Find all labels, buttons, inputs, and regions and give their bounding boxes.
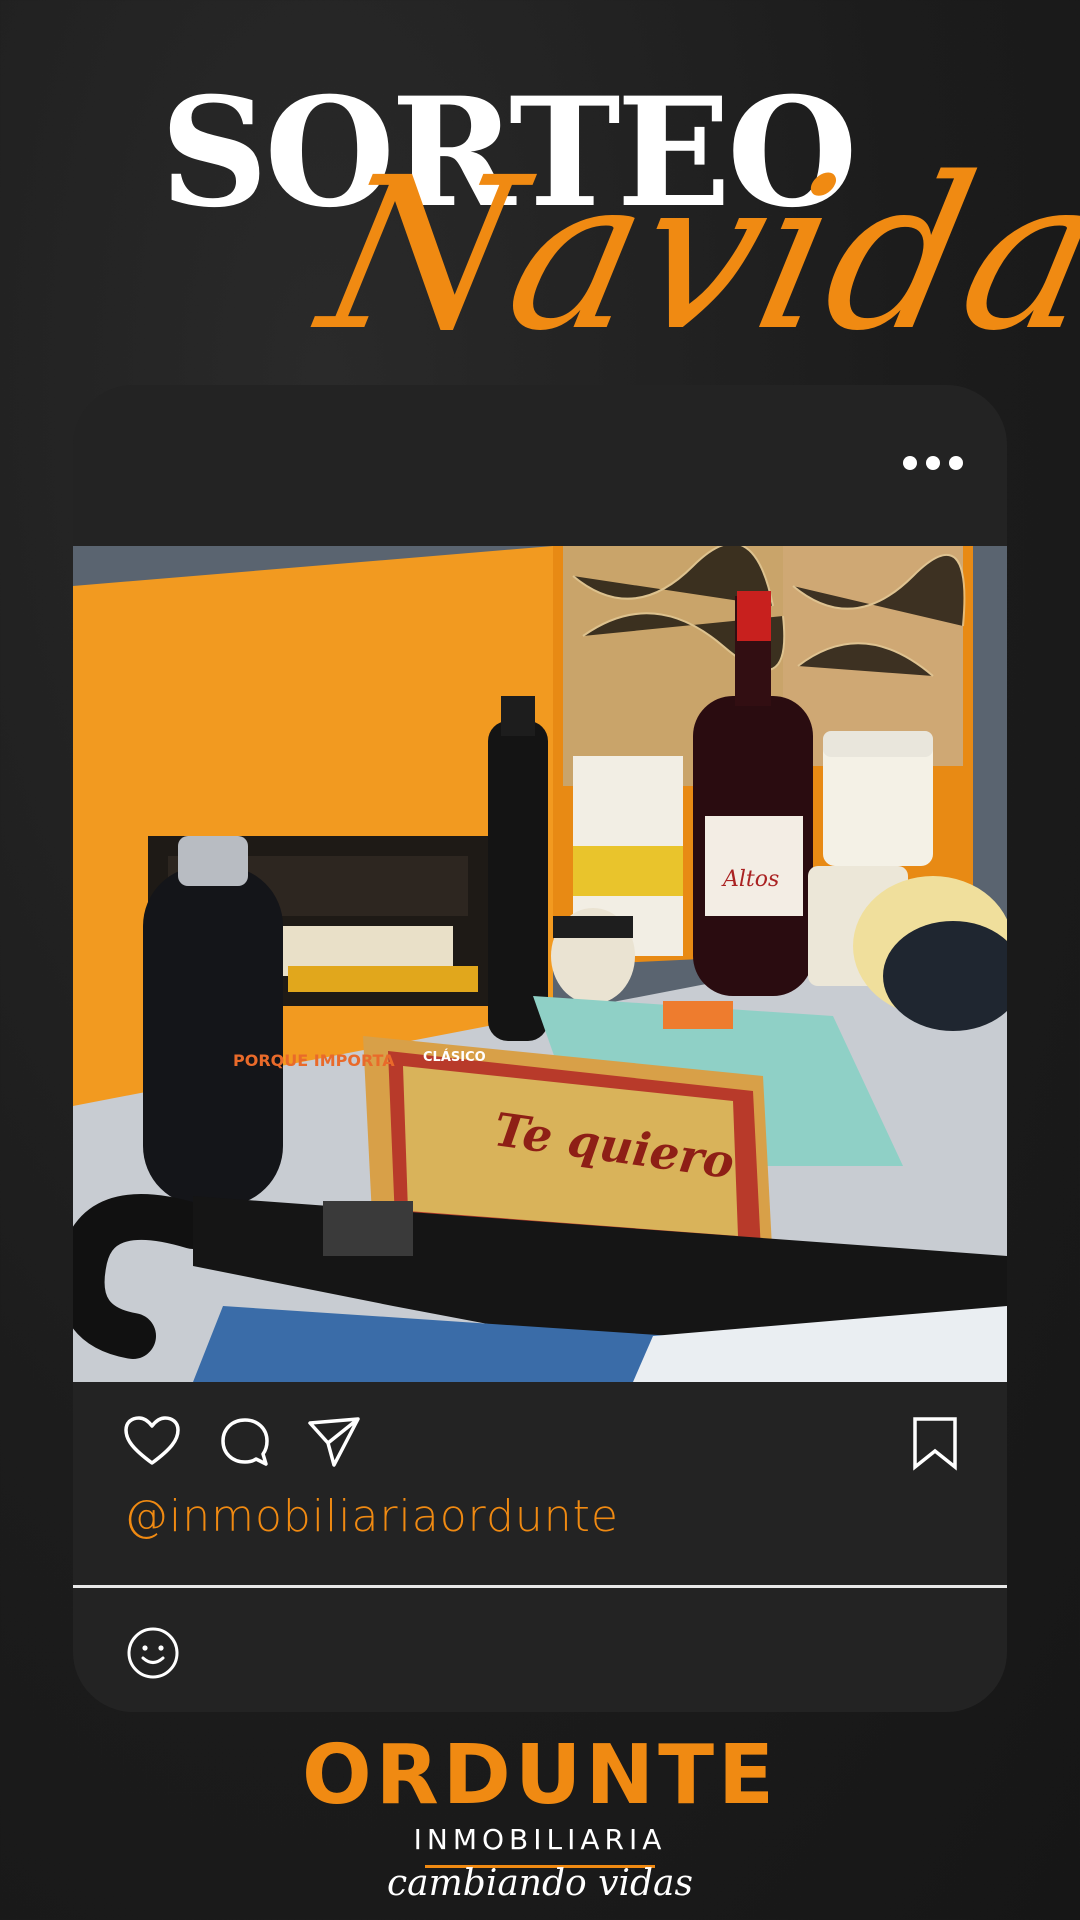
account-handle[interactable]: @inmobiliariaordunte xyxy=(124,1491,619,1542)
title-navidad: Navidad xyxy=(304,132,1080,377)
divider xyxy=(73,1585,1007,1588)
post-actions xyxy=(73,1415,1007,1475)
wine-label: Altos xyxy=(721,867,779,892)
emoji-button[interactable] xyxy=(125,1625,181,1685)
more-dot-icon xyxy=(903,456,917,470)
post-card: Te quiero PORQUE IMPORTA Altos CLÁSICO @… xyxy=(73,385,1007,1712)
more-dot-icon xyxy=(926,456,940,470)
box-label: CLÁSICO xyxy=(423,1049,486,1065)
smiley-icon xyxy=(127,1627,179,1679)
comment-icon xyxy=(221,1418,269,1466)
comment-button[interactable] xyxy=(218,1415,272,1473)
save-button[interactable] xyxy=(911,1415,959,1475)
brand-name: ORDUNTE xyxy=(301,1728,779,1823)
send-icon xyxy=(308,1417,360,1467)
more-dot-icon xyxy=(949,456,963,470)
gift-hamper-photo: Te quiero PORQUE IMPORTA Altos CLÁSICO xyxy=(73,546,1007,1382)
brand-tagline: cambiando vidas xyxy=(387,1863,693,1904)
post-image[interactable]: Te quiero PORQUE IMPORTA Altos CLÁSICO xyxy=(73,546,1007,1382)
more-options-button[interactable] xyxy=(903,453,963,473)
brand-subtitle: INMOBILIARIA xyxy=(413,1823,667,1856)
heart-icon xyxy=(124,1416,180,1465)
share-button[interactable] xyxy=(306,1415,362,1473)
bottle-label: PORQUE IMPORTA xyxy=(233,1051,395,1070)
like-button[interactable] xyxy=(123,1415,181,1471)
brand-logo: ORDUNTE INMOBILIARIA cambiando vidas xyxy=(0,1735,1080,1905)
bookmark-icon xyxy=(913,1417,957,1471)
